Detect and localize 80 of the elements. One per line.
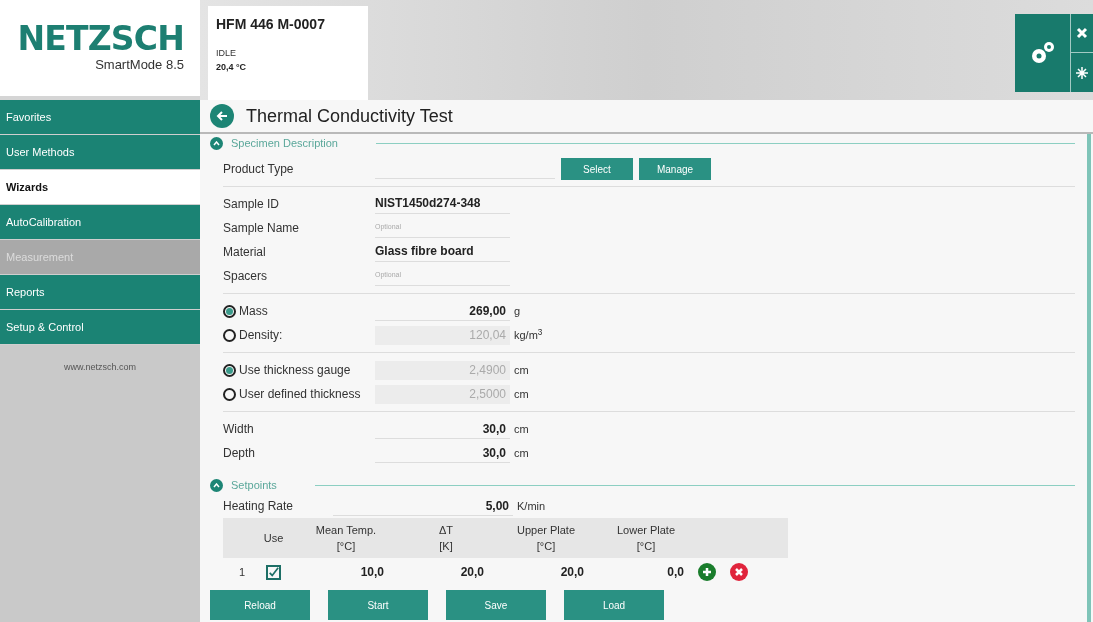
row-number: 1: [237, 564, 246, 580]
sidebar-item[interactable]: User Methods: [0, 135, 200, 170]
field-label: Width: [223, 421, 255, 438]
field-label: Material: [223, 244, 267, 261]
radio-button[interactable]: [223, 304, 236, 318]
device-name: HFM 446 M-0007: [216, 15, 326, 34]
unit-label: cm: [514, 386, 529, 402]
column-unit: [°C]: [636, 539, 656, 554]
field-label: Heating Rate: [223, 498, 295, 515]
close-button[interactable]: [1071, 14, 1093, 53]
number-field[interactable]: 269,00: [375, 301, 510, 321]
number-field[interactable]: 30,0: [375, 419, 510, 439]
device-temperature: 20,4 °C: [216, 60, 248, 74]
column-header: Use: [262, 530, 285, 546]
action-button[interactable]: Select: [561, 158, 633, 180]
plus-icon: [702, 567, 712, 577]
column-header: ΔT: [438, 522, 454, 538]
back-arrow-icon: [216, 110, 228, 122]
section-title: Specimen Description: [231, 135, 338, 151]
unit-label: kg/m$^{3}$: [514, 326, 543, 343]
radio-label: User defined thickness: [239, 386, 361, 403]
close-icon: [734, 567, 744, 577]
device-state: IDLE: [216, 47, 237, 60]
field-label: Spacers: [223, 268, 269, 285]
column-unit: [K]: [439, 539, 453, 554]
column-unit: [°C]: [536, 539, 556, 554]
radio-label: Use thickness gauge: [239, 362, 351, 379]
table-cell-text: 10,0: [359, 564, 385, 581]
number-field[interactable]: 5,00: [333, 496, 513, 516]
website-link[interactable]: www.netzsch.com: [64, 361, 136, 375]
sidebar-item[interactable]: AutoCalibration: [0, 205, 200, 240]
table-cell-text: 20,0: [459, 564, 485, 581]
field-label: Sample ID: [223, 196, 281, 213]
back-button[interactable]: [210, 104, 234, 128]
caret-up-icon: [213, 140, 220, 146]
add-button[interactable]: [698, 563, 716, 581]
page-title: Thermal Conductivity Test: [246, 104, 453, 128]
text-field[interactable]: NIST1450d274-348: [375, 194, 510, 214]
radio-label: Density:: [239, 327, 283, 344]
sidebar-item[interactable]: Favorites: [0, 100, 200, 135]
use-checkbox[interactable]: [266, 564, 281, 580]
collapse-toggle[interactable]: [210, 136, 223, 150]
unit-label: cm: [514, 445, 529, 461]
caret-up-icon: [213, 482, 220, 488]
column-header: Mean Temp.: [315, 522, 377, 538]
cooling-button[interactable]: [1071, 53, 1093, 92]
number-field: 2,5000: [375, 384, 510, 404]
collapse-toggle[interactable]: [210, 478, 223, 492]
product-version: SmartMode 8.5: [95, 55, 184, 74]
number-field: 120,04: [375, 325, 510, 345]
action-button[interactable]: Reload: [210, 590, 310, 620]
unit-label: cm: [514, 362, 529, 378]
action-button[interactable]: Save: [446, 590, 546, 620]
table-cell-text: 0,0: [666, 564, 685, 581]
number-field: 2,4900: [375, 360, 510, 380]
action-button[interactable]: Start: [328, 590, 428, 620]
snowflake-icon: [1076, 66, 1088, 79]
radio-label: Mass: [239, 303, 268, 320]
table-cell-text: 20,0: [559, 564, 585, 581]
number-field[interactable]: 30,0: [375, 443, 510, 463]
action-button[interactable]: Manage: [639, 158, 711, 180]
field-label: Sample Name: [223, 220, 301, 237]
column-header: Lower Plate: [616, 522, 676, 538]
sidebar-item[interactable]: Setup & Control: [0, 310, 200, 345]
unit-label: cm: [514, 421, 529, 437]
settings-button[interactable]: [1015, 14, 1071, 92]
sidebar-item[interactable]: Wizards: [0, 170, 200, 205]
action-button[interactable]: Load: [564, 590, 664, 620]
column-unit: [°C]: [336, 539, 356, 554]
section-title: Setpoints: [231, 477, 277, 493]
delete-button[interactable]: [730, 563, 748, 581]
sidebar-item[interactable]: Reports: [0, 275, 200, 310]
text-field[interactable]: Glass fibre board: [375, 242, 510, 262]
close-icon: [1076, 27, 1088, 39]
unit-label: K/min: [517, 498, 546, 514]
column-header: Upper Plate: [516, 522, 576, 538]
field-label: Depth: [223, 445, 257, 462]
unit-label: g: [514, 303, 521, 319]
logo-wordmark: NETZSCH: [17, 21, 184, 55]
field-label: Product Type: [223, 161, 295, 178]
